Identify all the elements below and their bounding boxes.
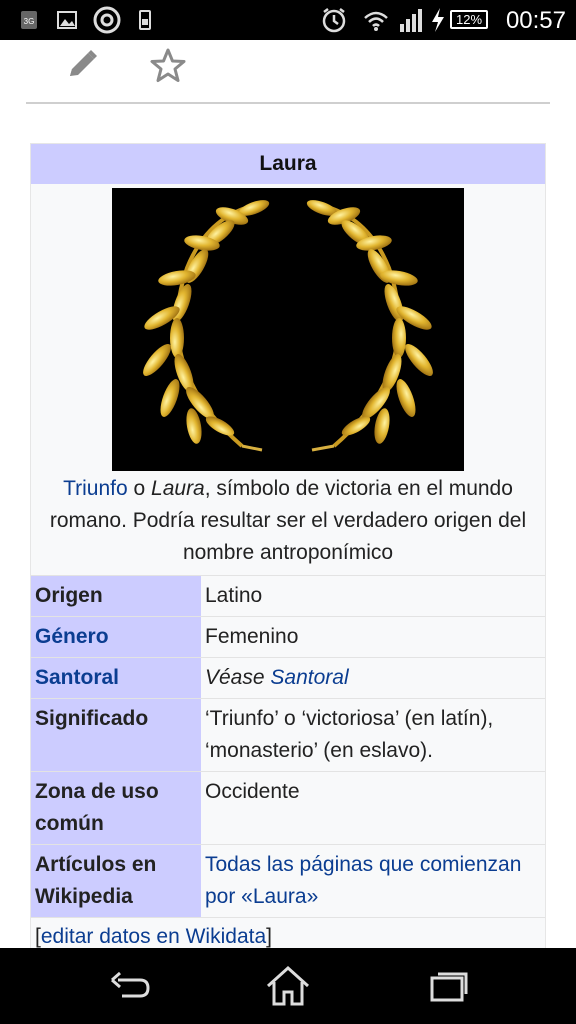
star-icon[interactable] — [148, 46, 188, 86]
image-icon — [57, 11, 77, 29]
circle-a-icon — [93, 6, 121, 34]
row-value-articulos: Todas las páginas que comienzan por «Lau… — [201, 845, 545, 917]
battery-icon: 12% — [450, 10, 488, 29]
caption-italic: Laura — [151, 477, 205, 500]
row-label-genero-link[interactable]: Género — [31, 617, 201, 657]
home-icon[interactable] — [260, 962, 316, 1010]
articulos-link[interactable]: Todas las páginas que comienzan por «Lau… — [205, 853, 521, 908]
laurel-wreath-graphic — [143, 200, 433, 452]
navigation-bar — [0, 948, 576, 1024]
row-value-significado: ‘Triunfo’ o ‘victoriosa’ (en latín), ‘mo… — [205, 707, 494, 762]
row-value-zona: Occidente — [205, 780, 300, 803]
page-toolbar — [0, 40, 576, 104]
row-label-significado: Significado — [31, 699, 201, 771]
santoral-prefix: Véase — [205, 666, 271, 689]
infobox-row-origen: Origen Latino — [31, 575, 545, 616]
row-value-genero: Femenino — [205, 625, 299, 648]
wikidata-edit-link[interactable]: editar datos en Wikidata — [41, 925, 266, 948]
sim-3g-icon: 3G — [21, 11, 37, 29]
image-caption: Triunfo o Laura, símbolo de victoria en … — [31, 471, 545, 575]
caption-link-triunfo[interactable]: Triunfo — [63, 477, 128, 500]
recents-icon[interactable] — [420, 962, 476, 1010]
infobox-row-genero: Género Femenino — [31, 616, 545, 657]
back-icon[interactable] — [102, 962, 158, 1010]
toolbar-divider — [26, 102, 550, 104]
wifi-icon — [364, 11, 388, 31]
santoral-link[interactable]: Santoral — [270, 666, 348, 689]
infobox-title: Laura — [31, 144, 545, 184]
row-label-santoral-link[interactable]: Santoral — [31, 658, 201, 698]
status-bar: 3G 12% 00:57 — [0, 0, 576, 40]
infobox-row-zona: Zona de uso común Occidente — [31, 771, 545, 844]
svg-text:3G: 3G — [24, 17, 35, 26]
battery-percent: 12% — [455, 12, 483, 27]
pencil-icon[interactable] — [62, 46, 102, 86]
infobox-row-significado: Significado ‘Triunfo’ o ‘victoriosa’ (en… — [31, 698, 545, 771]
row-label-articulos: Artículos en Wikipedia — [31, 845, 201, 917]
row-label-zona: Zona de uso común — [31, 772, 201, 844]
row-value-santoral: Véase Santoral — [201, 658, 545, 698]
alarm-icon — [322, 8, 346, 33]
infobox-row-articulos: Artículos en Wikipedia Todas las páginas… — [31, 844, 545, 917]
footer-bracket-close: ] — [266, 925, 272, 948]
signal-icon — [400, 9, 422, 32]
infobox-row-santoral: Santoral Véase Santoral — [31, 657, 545, 698]
charging-icon — [432, 8, 444, 32]
laurel-wreath-image[interactable] — [112, 188, 464, 471]
row-value-origen: Latino — [205, 584, 263, 607]
caption-text-1: o — [127, 477, 152, 500]
infobox: Laura Triunfo o Laura, símbolo de victor… — [30, 143, 546, 961]
row-label-origen: Origen — [31, 576, 201, 616]
clock: 00:57 — [505, 7, 566, 34]
device-icon — [139, 10, 151, 30]
